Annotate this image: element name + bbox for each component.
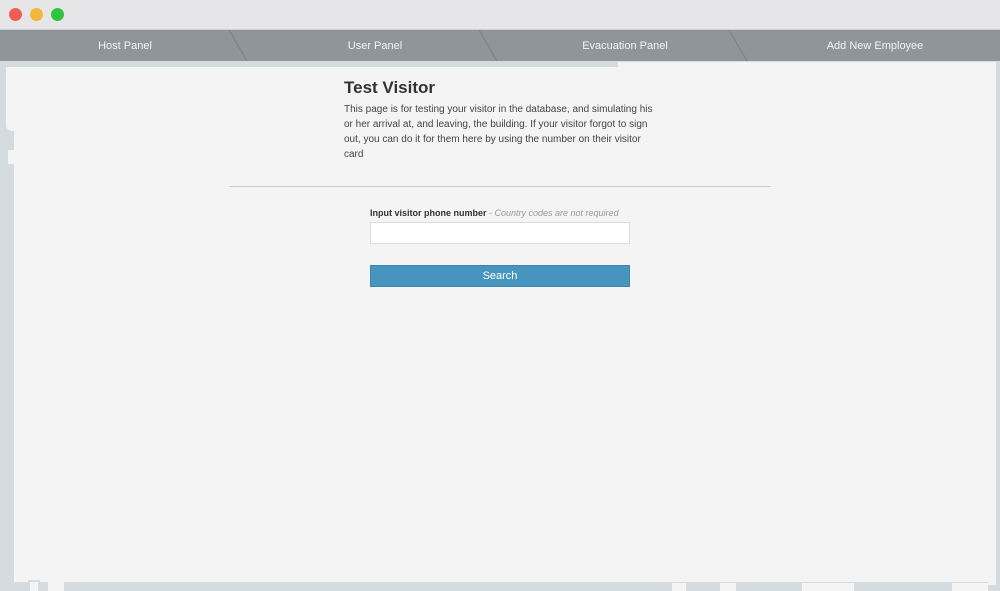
search-button[interactable]: Search [370, 265, 630, 287]
background-shape [952, 583, 988, 591]
background-shape [8, 150, 18, 164]
visitor-search-form: Input visitor phone number - Country cod… [370, 208, 630, 287]
browser-window: Host Panel User Panel Evacuation Panel A… [0, 0, 1000, 591]
phone-field-label-text: Input visitor phone number [370, 208, 487, 218]
nav-item-user-panel[interactable]: User Panel [250, 30, 506, 61]
maximize-window-icon[interactable] [51, 8, 64, 21]
nav-item-host-panel[interactable]: Host Panel [0, 30, 256, 61]
phone-input[interactable] [370, 222, 630, 244]
background-shape [720, 583, 736, 591]
close-window-icon[interactable] [9, 8, 22, 21]
page-title: Test Visitor [344, 78, 436, 97]
background-shape [30, 582, 38, 591]
divider [229, 186, 771, 187]
nav-item-add-new-employee[interactable]: Add New Employee [750, 30, 1000, 61]
nav-item-evacuation-panel[interactable]: Evacuation Panel [500, 30, 756, 61]
background-shape [48, 582, 64, 591]
phone-field-hint: - Country codes are not required [486, 208, 619, 218]
window-titlebar [0, 0, 1000, 30]
main-navbar: Host Panel User Panel Evacuation Panel A… [0, 30, 1000, 61]
background-shape [802, 583, 854, 591]
background-shape [988, 545, 996, 585]
phone-field-label: Input visitor phone number - Country cod… [370, 208, 630, 218]
intro-section: Test Visitor This page is for testing yo… [344, 78, 664, 162]
page-description: This page is for testing your visitor in… [344, 104, 653, 160]
background-shape [672, 583, 686, 591]
minimize-window-icon[interactable] [30, 8, 43, 21]
